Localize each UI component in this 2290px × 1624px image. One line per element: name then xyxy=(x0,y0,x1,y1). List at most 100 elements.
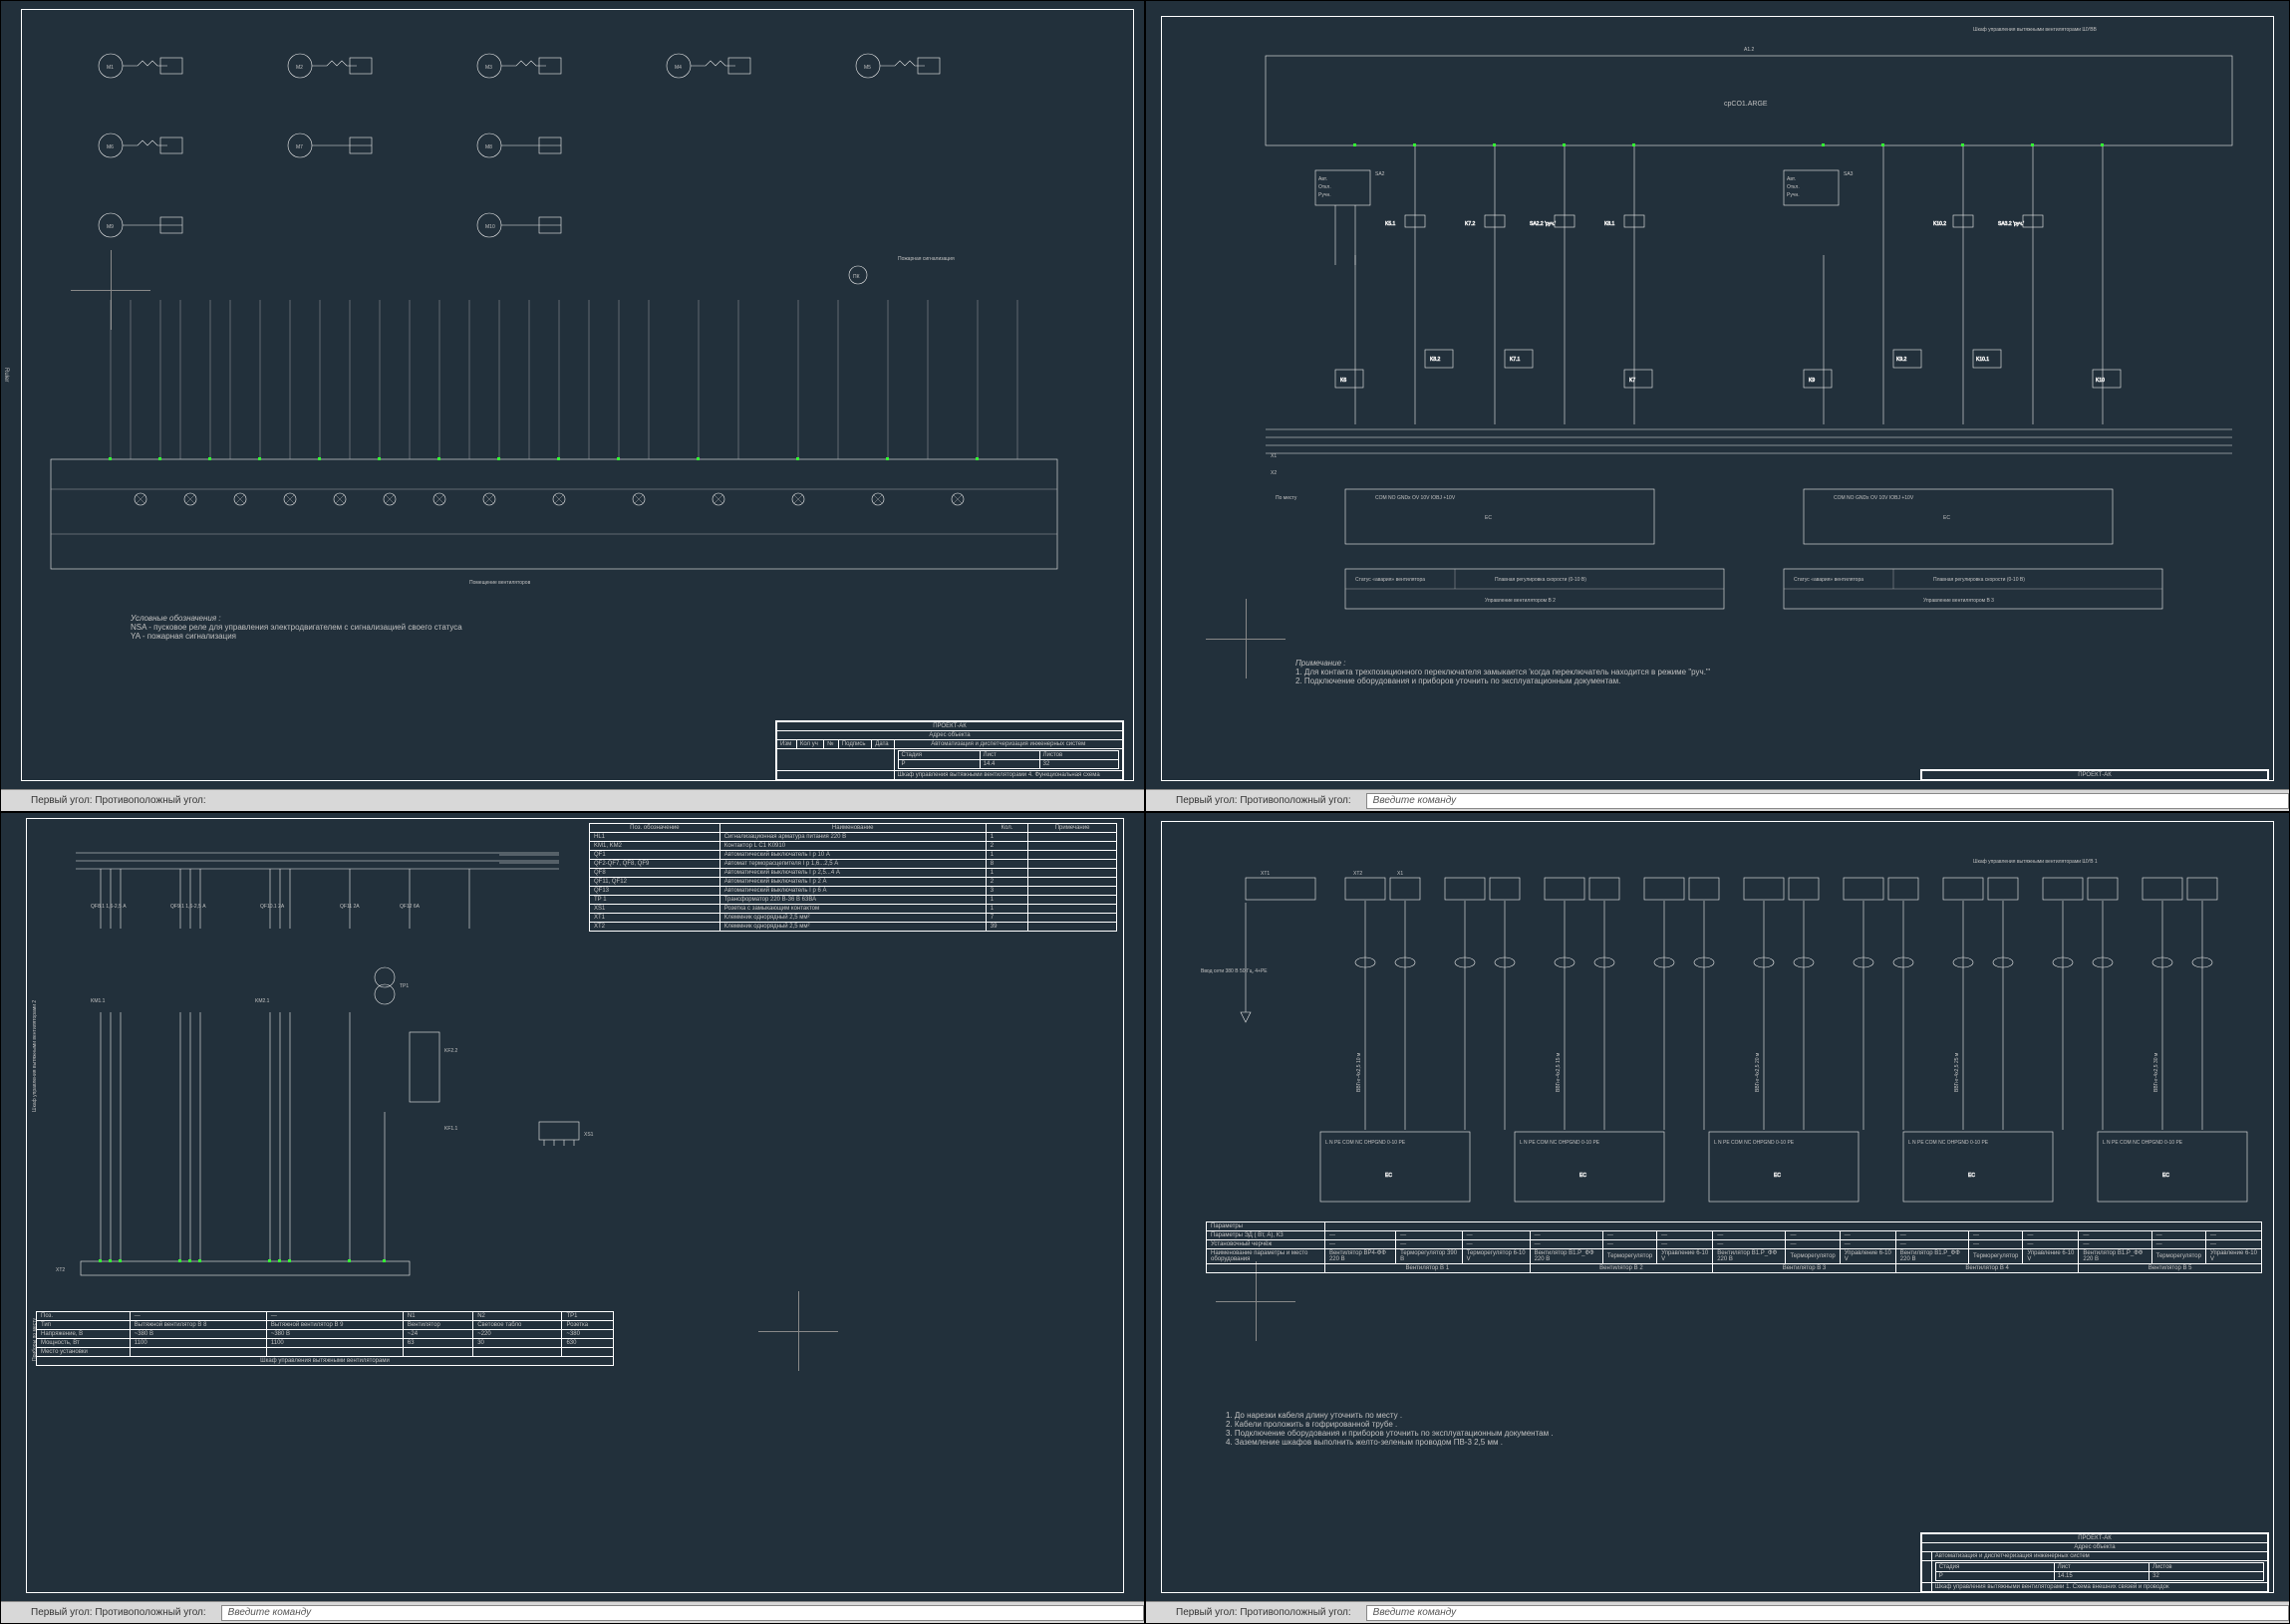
svg-text:Статус «авария» вентилятора: Статус «авария» вентилятора xyxy=(1355,577,1425,583)
svg-text:QF12 6А: QF12 6А xyxy=(400,904,421,910)
svg-text:K8.1: K8.1 xyxy=(1604,221,1615,227)
svg-text:ВВГнг-4х2,5 20 м: ВВГнг-4х2,5 20 м xyxy=(1755,1052,1761,1092)
svg-text:K6: K6 xyxy=(1340,378,1346,384)
svg-text:KF1.1: KF1.1 xyxy=(444,1126,458,1132)
svg-text:EC: EC xyxy=(1579,1173,1586,1179)
title-block-br: ПРОЕКТ-АК Адрес объекта Автоматизация и … xyxy=(1920,1532,2269,1593)
svg-text:Откл.: Откл. xyxy=(1318,184,1331,190)
svg-text:EC: EC xyxy=(2162,1173,2169,1179)
svg-text:K8.2: K8.2 xyxy=(1430,357,1441,363)
svg-text:K10: K10 xyxy=(2096,378,2105,384)
svg-text:Откл.: Откл. xyxy=(1787,184,1800,190)
viewport-bl: Шкаф управления вытяжными вентиляторами … xyxy=(0,812,1145,1624)
svg-text:XT1: XT1 xyxy=(1261,871,1270,877)
svg-text:ВВГнг-4х2,5 30 м: ВВГнг-4х2,5 30 м xyxy=(2153,1052,2159,1092)
svg-text:Ручн.: Ручн. xyxy=(1787,192,1800,198)
svg-text:Управление вентилятором В 2: Управление вентилятором В 2 xyxy=(1485,598,1556,604)
svg-text:ВВГнг-4х2,5 15 м: ВВГнг-4х2,5 15 м xyxy=(1556,1052,1562,1092)
svg-text:X1: X1 xyxy=(1397,871,1403,877)
viewport-br: Шкаф управления вытяжными вентиляторами … xyxy=(1145,812,2290,1624)
svg-text:COM NO GNDx OV 10V IOBJ +10V: COM NO GNDx OV 10V IOBJ +10V xyxy=(1375,495,1456,501)
svg-text:Плавная регулировка скорости (: Плавная регулировка скорости (0-10 В) xyxy=(1933,577,2025,583)
svg-text:K7.1: K7.1 xyxy=(1510,357,1521,363)
svg-text:Пожарная сигнализация: Пожарная сигнализация xyxy=(898,256,955,262)
load-table: Поз.——N1N2TP1ТипВытяжной вентилятор В 8В… xyxy=(36,1311,614,1366)
svg-text:KM1.1: KM1.1 xyxy=(91,998,106,1004)
status-text: Первый угол: Противоположный угол: xyxy=(1146,795,1351,806)
svg-text:QF8.1 1,6-2,5 А: QF8.1 1,6-2,5 А xyxy=(91,904,127,910)
svg-text:ВВГнг-4х2,5 25 м: ВВГнг-4х2,5 25 м xyxy=(1954,1052,1960,1092)
svg-text:Шкаф управления вытяжными вент: Шкаф управления вытяжными вентиляторами … xyxy=(32,1000,38,1112)
viewport-tr: Шкаф управления вытяжными вентиляторами … xyxy=(1145,0,2290,812)
m1: M1 xyxy=(107,65,114,71)
svg-text:Авт.: Авт. xyxy=(1318,176,1327,182)
svg-text:ВВГнг-4х2,5 10 м: ВВГнг-4х2,5 10 м xyxy=(1356,1052,1362,1092)
note4: 4. Заземление шкафов выполнить желто-зел… xyxy=(1226,1438,1554,1447)
svg-text:cpCO1.ARGE: cpCO1.ARGE xyxy=(1724,101,1768,108)
svg-text:XT2: XT2 xyxy=(56,1267,65,1273)
command-input[interactable]: Введите команду xyxy=(221,1605,1144,1621)
svg-text:EC: EC xyxy=(1774,1173,1781,1179)
title-block-tl: ПРОЕКТ-АК Адрес объекта ИзмКол уч№Подпис… xyxy=(775,720,1124,781)
svg-text:KM2.1: KM2.1 xyxy=(255,998,270,1004)
status-text: Первый угол: Противоположный угол: xyxy=(1,1607,206,1618)
svg-text:SA2.2 'руч.': SA2.2 'руч.' xyxy=(1530,221,1556,227)
svg-text:По месту: По месту xyxy=(1276,495,1297,501)
svg-text:M10: M10 xyxy=(485,224,495,230)
status-text: Первый угол: Противоположный угол: xyxy=(1146,1607,1351,1618)
svg-text:M4: M4 xyxy=(675,65,682,71)
svg-text:M9: M9 xyxy=(107,224,114,230)
svg-text:L N PE COM NC OHPGND 0-10 PE: L N PE COM NC OHPGND 0-10 PE xyxy=(1908,1140,1989,1146)
svg-text:XS1: XS1 xyxy=(584,1132,594,1138)
svg-text:M3: M3 xyxy=(485,65,492,71)
row-tag: Ruler xyxy=(1,366,11,384)
svg-text:Ручн.: Ручн. xyxy=(1318,192,1331,198)
svg-text:M6: M6 xyxy=(107,144,114,150)
svg-text:X2: X2 xyxy=(1271,470,1277,476)
param-table: Параметры Параметры ЭД ( Вт, А), КЗ ————… xyxy=(1206,1221,2262,1273)
svg-text:Статус «авария» вентилятора: Статус «авария» вентилятора xyxy=(1794,577,1863,583)
svg-text:COM NO GNDx OV 10V IOBJ +10V: COM NO GNDx OV 10V IOBJ +10V xyxy=(1834,495,1914,501)
svg-text:K10.2: K10.2 xyxy=(1933,221,1946,227)
svg-text:EC: EC xyxy=(1385,1173,1392,1179)
note2: 2. Кабели проложить в гофрированной труб… xyxy=(1226,1420,1554,1429)
note2: 2. Подключение оборудования и приборов у… xyxy=(1295,677,1710,685)
svg-text:A1.2: A1.2 xyxy=(1744,47,1755,53)
command-input[interactable]: Введите команду xyxy=(1366,793,2289,809)
svg-text:Авт.: Авт. xyxy=(1787,176,1796,182)
svg-text:KF2.2: KF2.2 xyxy=(444,1048,458,1054)
svg-text:XT2: XT2 xyxy=(1353,871,1362,877)
svg-text:L N PE COM NC OHPGND 0-10 PE: L N PE COM NC OHPGND 0-10 PE xyxy=(1520,1140,1600,1146)
note1: 1. До нарезки кабеля длину уточнить по м… xyxy=(1226,1411,1554,1420)
svg-text:M7: M7 xyxy=(296,144,303,150)
svg-text:Шкаф управления вытяжными вент: Шкаф управления вытяжными вентиляторами … xyxy=(1973,27,2098,33)
svg-text:Ввод сети 380 В 50 Гц, 4+PE: Ввод сети 380 В 50 Гц, 4+PE xyxy=(1201,968,1268,974)
svg-text:K9: K9 xyxy=(1809,378,1815,384)
m2: M2 xyxy=(296,65,303,71)
svg-text:K10.1: K10.1 xyxy=(1976,357,1989,363)
svg-text:EC: EC xyxy=(1485,515,1492,521)
svg-text:L N PE COM NC OHPGND 0-10 PE: L N PE COM NC OHPGND 0-10 PE xyxy=(1714,1140,1795,1146)
motor-symbols: M1 M2 M3 M4 M5 xyxy=(99,54,955,284)
svg-text:M8: M8 xyxy=(485,144,492,150)
svg-text:SA2: SA2 xyxy=(1375,171,1385,177)
svg-text:Плавная регулировка скорости (: Плавная регулировка скорости (0-10 В) xyxy=(1495,577,1586,583)
svg-text:ПК: ПК xyxy=(853,274,860,280)
terminal-pairs: XT2 X1 xyxy=(1345,871,2217,900)
note1: 1. Для контакта трехпозиционного переклю… xyxy=(1295,668,1710,677)
command-input[interactable]: Введите команду xyxy=(1366,1605,2289,1621)
svg-text:K7: K7 xyxy=(1629,378,1635,384)
legend-l1: NSA - пусковое реле для управления элект… xyxy=(131,623,462,632)
viewport-tl: M1 M2 M3 M4 M5 xyxy=(0,0,1145,812)
svg-text:Шкаф управления вытяжными вент: Шкаф управления вытяжными вентиляторами … xyxy=(1973,859,2098,865)
spec-table: Поз. обозначениеНаименованиеКол.Примечан… xyxy=(589,823,1117,932)
svg-text:L N PE COM NC OHPGND 0-10 PE: L N PE COM NC OHPGND 0-10 PE xyxy=(2103,1140,2183,1146)
legend-title: Условные обозначения : xyxy=(131,614,462,623)
svg-text:QF11 2А: QF11 2А xyxy=(340,904,360,910)
notes-title: Примечание : xyxy=(1295,659,1710,668)
svg-text:Помещение вентиляторов: Помещение вентиляторов xyxy=(469,580,531,586)
title-block-tr: ПРОЕКТ-АК xyxy=(1920,769,2269,781)
svg-text:EC: EC xyxy=(1968,1173,1975,1179)
svg-text:K5.1: K5.1 xyxy=(1385,221,1396,227)
svg-text:SA3: SA3 xyxy=(1844,171,1854,177)
